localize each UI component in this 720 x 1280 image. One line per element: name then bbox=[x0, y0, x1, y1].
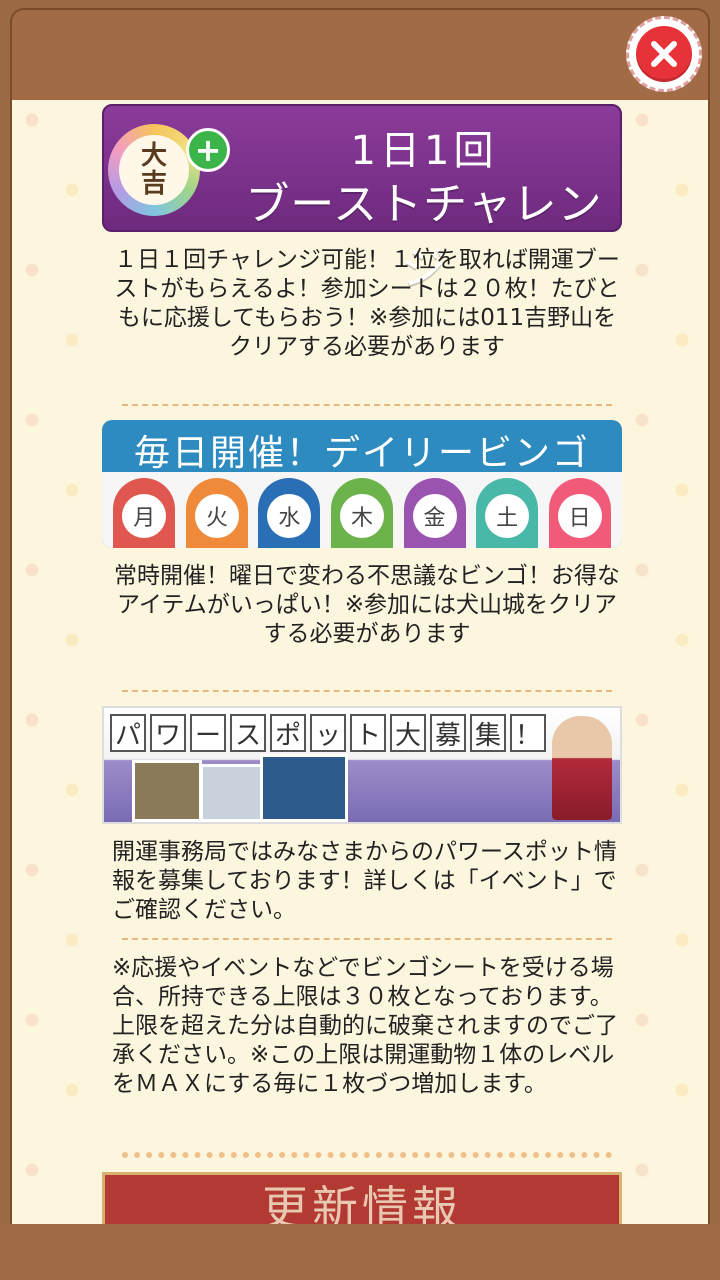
dotted-divider bbox=[122, 1152, 612, 1158]
divider bbox=[122, 938, 612, 940]
bingo-days-row: 月 火 水 木 金 土 日 bbox=[102, 472, 622, 548]
title-char: ポ bbox=[270, 714, 306, 752]
divider bbox=[122, 690, 612, 692]
daikichi-badge-icon: 大 吉 bbox=[108, 124, 200, 216]
bingo-banner-title: 毎日開催！デイリービンゴ bbox=[133, 433, 590, 474]
update-info-header: 更新情報 bbox=[102, 1172, 622, 1224]
title-char: 大 bbox=[390, 714, 426, 752]
day-badge-mon: 月 bbox=[113, 478, 176, 548]
day-badge-sat: 土 bbox=[476, 478, 539, 548]
daily-bingo-banner[interactable]: 毎日開催！デイリービンゴ 月 火 水 木 金 土 日 bbox=[102, 420, 622, 548]
day-label: 火 bbox=[194, 494, 239, 538]
day-label: 水 bbox=[267, 494, 312, 538]
title-char: ス bbox=[230, 714, 266, 752]
close-button[interactable] bbox=[626, 16, 702, 92]
day-label: 月 bbox=[122, 494, 167, 538]
close-icon bbox=[636, 26, 692, 82]
boost-challenge-banner[interactable]: 大 吉 + 1日1回 ブーストチャレンジ bbox=[102, 104, 622, 294]
day-badge-fri: 金 bbox=[403, 478, 466, 548]
bingo-description: 常時開催！曜日で変わる不思議なビンゴ！お得なアイテムがいっぱい！※参加には犬山城… bbox=[114, 563, 620, 647]
title-char: 募 bbox=[430, 714, 466, 752]
popup-bottom-border bbox=[0, 1224, 720, 1280]
boost-description: １日１回チャレンジ可能！１位を取れば開運ブーストがもらえるよ！参加シートは２０枚… bbox=[114, 247, 620, 360]
day-label: 日 bbox=[557, 494, 602, 538]
divider bbox=[122, 404, 612, 406]
sheet-limit-notice: ※応援やイベントなどでビンゴシートを受ける場合、所持できる上限は３０枚となってお… bbox=[112, 955, 618, 1097]
day-badge-thu: 木 bbox=[330, 478, 393, 548]
title-char: パ bbox=[110, 714, 146, 752]
info-panel: 大 吉 + 1日1回 ブーストチャレンジ １日１回チャレンジ可能！１位を取れば開… bbox=[12, 100, 708, 1224]
title-char: ト bbox=[350, 714, 386, 752]
day-label: 金 bbox=[412, 494, 457, 538]
title-char: ッ bbox=[310, 714, 346, 752]
power-spot-banner[interactable]: パ ワ ー ス ポ ッ ト 大 募 集 ！ bbox=[102, 706, 622, 824]
flower-photo bbox=[260, 754, 348, 822]
mascot-man-icon bbox=[552, 716, 612, 820]
day-badge-wed: 水 bbox=[258, 478, 321, 548]
title-char: ！ bbox=[510, 714, 546, 752]
title-char: 集 bbox=[470, 714, 506, 752]
day-badge-tue: 火 bbox=[185, 478, 248, 548]
day-label: 土 bbox=[485, 494, 530, 538]
castle-photo bbox=[132, 760, 202, 822]
day-label: 木 bbox=[339, 494, 384, 538]
badge-char-top: 大 bbox=[140, 141, 167, 171]
power-spot-description: 開運事務局ではみなさまからのパワースポット情報を募集しております！詳しくは「イベ… bbox=[112, 839, 617, 923]
power-spot-title: パ ワ ー ス ポ ッ ト 大 募 集 ！ bbox=[110, 714, 546, 752]
plus-icon: + bbox=[186, 128, 230, 172]
badge-char-bottom: 吉 bbox=[140, 169, 167, 199]
day-badge-sun: 日 bbox=[548, 478, 611, 548]
title-char: ー bbox=[190, 714, 226, 752]
title-char: ワ bbox=[150, 714, 186, 752]
